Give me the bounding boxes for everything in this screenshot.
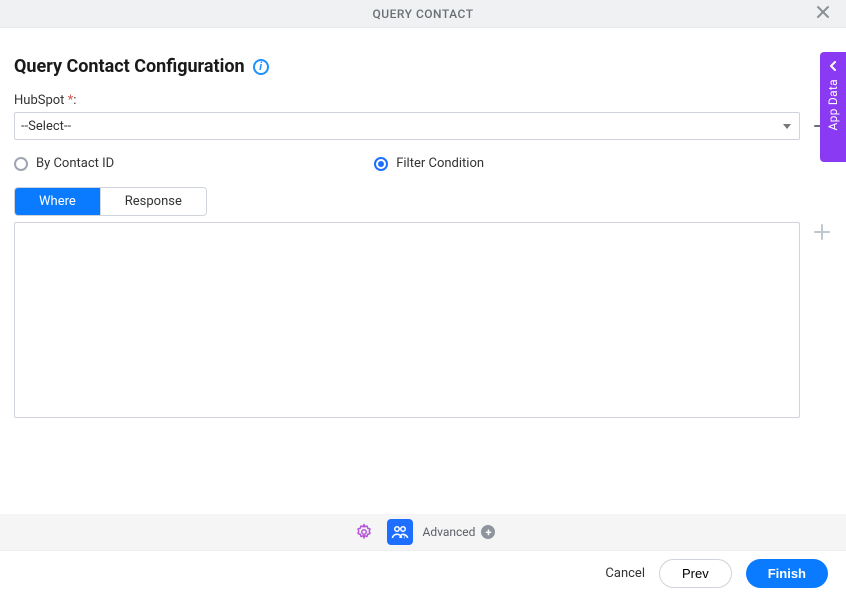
dialog-footer: Cancel Prev Finish (0, 550, 846, 596)
users-icon[interactable]: ? (387, 519, 413, 545)
hubspot-select[interactable]: --Select-- (14, 112, 800, 140)
info-icon[interactable]: i (253, 59, 269, 75)
app-data-side-tab[interactable]: App Data (820, 52, 846, 162)
content-area: Query Contact Configuration i HubSpot *:… (0, 28, 846, 418)
dialog-header: QUERY CONTACT (0, 0, 846, 28)
filter-conditions-area[interactable] (14, 222, 800, 418)
prev-button[interactable]: Prev (659, 559, 732, 588)
radio-label-by-contact-id: By Contact ID (36, 156, 114, 171)
radio-by-contact-id[interactable]: By Contact ID (14, 156, 114, 171)
finish-button[interactable]: Finish (746, 559, 828, 588)
filter-tabbar: Where Response (14, 187, 207, 216)
plus-circle-icon: + (481, 525, 495, 539)
hubspot-label-text: HubSpot (14, 93, 68, 108)
hubspot-label: HubSpot *: (14, 93, 832, 108)
tab-response[interactable]: Response (100, 188, 206, 215)
radio-icon (374, 157, 388, 171)
mode-radio-group: By Contact ID Filter Condition (14, 156, 832, 171)
bottom-toolbar: ? Advanced + (0, 514, 846, 550)
radio-icon (14, 157, 28, 171)
gear-icon[interactable] (351, 519, 377, 545)
page-title: Query Contact Configuration (14, 56, 245, 77)
advanced-toggle[interactable]: Advanced + (423, 525, 496, 539)
close-icon[interactable] (816, 5, 830, 23)
hubspot-select-row: --Select-- (14, 112, 832, 140)
page-title-row: Query Contact Configuration i (14, 56, 832, 77)
hubspot-field: HubSpot *: --Select-- (14, 93, 832, 140)
filter-row (14, 222, 832, 418)
cancel-button[interactable]: Cancel (605, 566, 645, 581)
advanced-label: Advanced (423, 525, 476, 539)
hubspot-label-suffix: : (73, 93, 76, 108)
radio-label-filter-condition: Filter Condition (396, 156, 484, 171)
dialog-title: QUERY CONTACT (372, 7, 473, 21)
add-filter-button[interactable] (812, 222, 832, 242)
app-data-label: App Data (826, 79, 840, 131)
radio-filter-condition[interactable]: Filter Condition (374, 156, 484, 171)
tab-where[interactable]: Where (15, 188, 100, 215)
chevron-down-icon (783, 124, 791, 129)
hubspot-select-value: --Select-- (21, 119, 71, 134)
chevron-left-icon (828, 60, 838, 75)
